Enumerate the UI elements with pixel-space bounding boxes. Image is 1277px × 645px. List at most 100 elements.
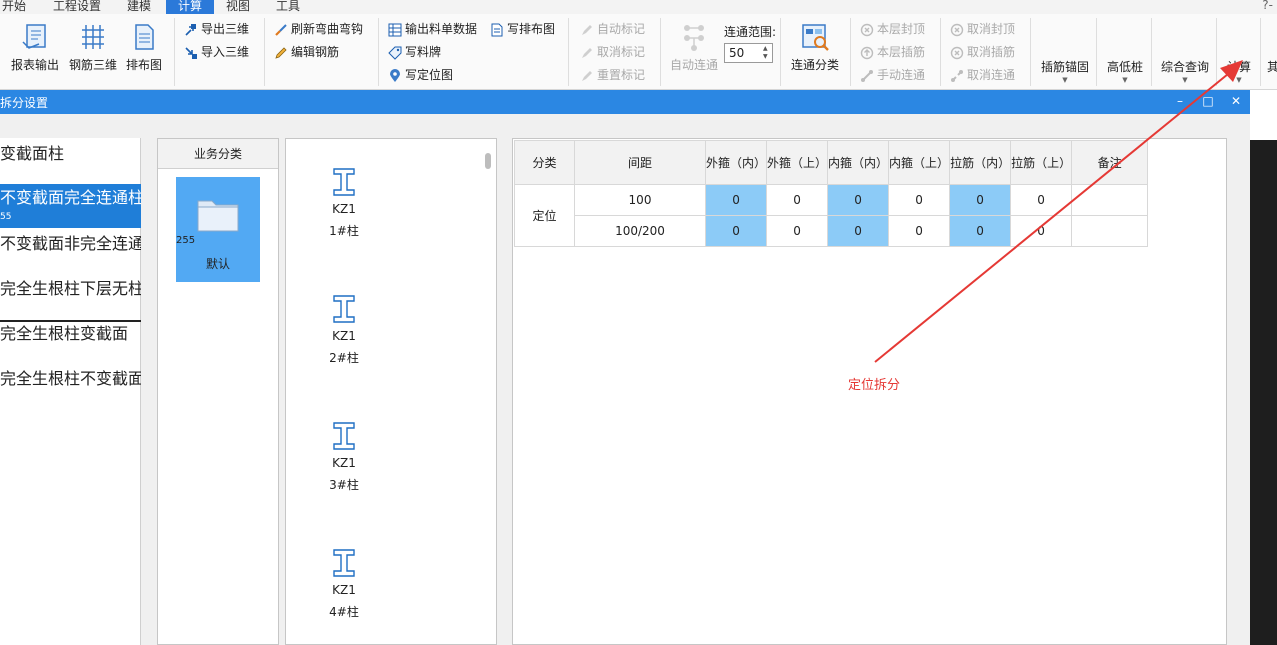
ribbon-separator	[1096, 18, 1097, 86]
ribbon-separator	[568, 18, 569, 86]
table-row: 定位 100 0 0 0 0 0 0	[514, 184, 1149, 247]
layer-insert-rebar-button[interactable]: 本层插筋	[860, 43, 925, 61]
ribbon-separator	[264, 18, 265, 86]
close-icon[interactable]: ✕	[1228, 93, 1244, 109]
value-cell[interactable]: 0	[827, 184, 890, 216]
cancel-insert-rebar-button[interactable]: 取消插筋	[950, 43, 1015, 61]
output-material-data-button[interactable]: 输出料单数据	[388, 20, 477, 38]
connect-range-stepper[interactable]: 50 ▲ ▼	[724, 43, 773, 63]
spacing-cell[interactable]: 100	[574, 184, 706, 216]
connect-classify-button[interactable]: 连通分类	[787, 20, 843, 84]
chevron-down-icon: ▼	[1122, 76, 1128, 84]
value-cell[interactable]: 0	[827, 215, 890, 247]
write-tag-button[interactable]: 写料牌	[388, 43, 441, 61]
cancel-connect-button[interactable]: 取消连通	[950, 66, 1015, 84]
value-cell[interactable]: 0	[949, 215, 1012, 247]
ribbon-separator	[174, 18, 175, 86]
menu-project-settings[interactable]: 工程设置	[53, 0, 103, 14]
value-cell[interactable]: 0	[1010, 184, 1073, 216]
col-header-note: 备注	[1071, 140, 1149, 185]
write-position-drawing-button[interactable]: 写定位图	[388, 66, 453, 84]
column-item[interactable]: KZ1 1#柱	[316, 167, 372, 239]
report-output-button[interactable]: 报表输出	[8, 20, 62, 84]
calculate-dropdown[interactable]: 计算 ▼	[1222, 58, 1256, 84]
ribbon-separator	[1030, 18, 1031, 86]
col-header-outer-hoop-up: 外箍（上）	[766, 140, 829, 185]
insert-anchor-dropdown[interactable]: 插筋锚固 ▼	[1038, 58, 1092, 84]
edit-rebar-button[interactable]: 编辑钢筋	[274, 43, 339, 61]
import-icon	[185, 46, 197, 59]
column-item[interactable]: KZ1 4#柱	[316, 548, 372, 620]
import-3d-button[interactable]: 导入三维	[184, 43, 249, 61]
category-tile-default[interactable]: 255 默认	[176, 177, 260, 282]
spin-arrows-icon[interactable]: ▲ ▼	[763, 45, 771, 61]
spacing-cell[interactable]: 100/200	[574, 215, 706, 247]
comprehensive-query-dropdown[interactable]: 综合查询 ▼	[1158, 58, 1212, 84]
mark-icon	[582, 70, 592, 81]
column-item[interactable]: KZ1 2#柱	[316, 294, 372, 366]
list-item[interactable]: 完全生根柱下层无柱	[0, 267, 141, 311]
ribbon-toolbar: 报表输出 钢筋三维 排布图 导出三维 导入三维 刷新弯曲弯钩 编辑钢筋 输出料单…	[0, 14, 1277, 90]
value-cell[interactable]: 0	[888, 215, 951, 247]
ribbon-separator	[780, 18, 781, 86]
connect-range-label: 连通范围:	[724, 25, 777, 39]
column-item[interactable]: KZ1 3#柱	[316, 421, 372, 493]
column-list-panel: KZ1 1#柱 KZ1 2#柱 KZ1 3#柱 KZ1 4#柱	[285, 138, 497, 645]
minimize-icon[interactable]: –	[1172, 93, 1188, 109]
value-cell[interactable]: 0	[766, 215, 829, 247]
list-item[interactable]: 不变截面非完全连通	[0, 222, 141, 266]
col-header-outer-hoop-in: 外箍（内）	[704, 140, 768, 185]
col-header-tie-up: 拉筋（上）	[1010, 140, 1073, 185]
reset-mark-button[interactable]: 重置标记	[580, 66, 645, 84]
value-cell[interactable]: 0	[888, 184, 951, 216]
auto-connect-button[interactable]: 自动连通	[668, 20, 720, 84]
layer-top-seal-button[interactable]: 本层封顶	[860, 20, 925, 38]
value-cell[interactable]: 0	[766, 184, 829, 216]
i-beam-icon	[333, 549, 355, 577]
value-cell[interactable]: 0	[704, 215, 768, 247]
cancel-top-seal-button[interactable]: 取消封顶	[950, 20, 1015, 38]
write-layout-drawing-button[interactable]: 写排布图	[490, 20, 555, 38]
auto-mark-button[interactable]: 自动标记	[580, 20, 645, 38]
menu-view[interactable]: 视图	[226, 0, 254, 14]
cancel-mark-button[interactable]: 取消标记	[580, 43, 645, 61]
high-low-pile-dropdown[interactable]: 高低桩 ▼	[1103, 58, 1147, 84]
value-cell[interactable]: 0	[1010, 215, 1073, 247]
split-table: 分类 间距 外箍（内） 外箍（上） 内箍（内） 内箍（上） 拉筋（内） 拉筋（上…	[514, 140, 1149, 247]
more-dropdown[interactable]: 其	[1266, 58, 1277, 75]
business-category-panel: 业务分类 255 默认	[157, 138, 279, 645]
col-header-inner-hoop-in: 内箍（内）	[827, 140, 890, 185]
value-cell[interactable]: 0	[704, 184, 768, 216]
scrollbar-thumb[interactable]	[485, 153, 491, 169]
note-cell[interactable]	[1071, 184, 1149, 216]
tag-icon	[388, 46, 402, 60]
col-header-tie-in: 拉筋（内）	[949, 140, 1012, 185]
ribbon-separator	[378, 18, 379, 86]
export-3d-button[interactable]: 导出三维	[184, 20, 249, 38]
layout-drawing-button[interactable]: 排布图	[124, 20, 164, 84]
menu-calculate[interactable]: 计算	[166, 0, 214, 14]
col-header-inner-hoop-up: 内箍（上）	[888, 140, 951, 185]
list-item[interactable]: 变截面柱	[0, 132, 141, 176]
ribbon-separator	[660, 18, 661, 86]
list-item[interactable]: 完全生根柱变截面	[0, 312, 141, 356]
rebar-3d-button[interactable]: 钢筋三维	[66, 20, 120, 84]
connect-range-value: 50	[729, 46, 745, 60]
note-cell[interactable]	[1071, 215, 1149, 247]
maximize-icon[interactable]: □	[1200, 93, 1216, 109]
list-item[interactable]: 完全生根柱不变截面	[0, 357, 141, 401]
ribbon-separator	[1151, 18, 1152, 86]
refresh-bend-hook-button[interactable]: 刷新弯曲弯钩	[274, 20, 363, 38]
dialog-title-bar[interactable]: 拆分设置 – □ ✕	[0, 90, 1250, 114]
circle-x-icon	[860, 23, 874, 36]
value-cell[interactable]: 0	[949, 184, 1012, 216]
brush-icon	[275, 23, 287, 36]
menu-tools[interactable]: 工具	[276, 0, 304, 14]
help-icon[interactable]: ?-	[1262, 0, 1273, 12]
category-count: 255	[176, 235, 196, 246]
mark-icon	[582, 47, 592, 58]
manual-connect-button[interactable]: 手动连通	[860, 66, 925, 84]
menu-start[interactable]: 开始	[2, 0, 30, 14]
menu-modeling[interactable]: 建模	[127, 0, 155, 14]
circle-up-icon	[860, 46, 874, 59]
